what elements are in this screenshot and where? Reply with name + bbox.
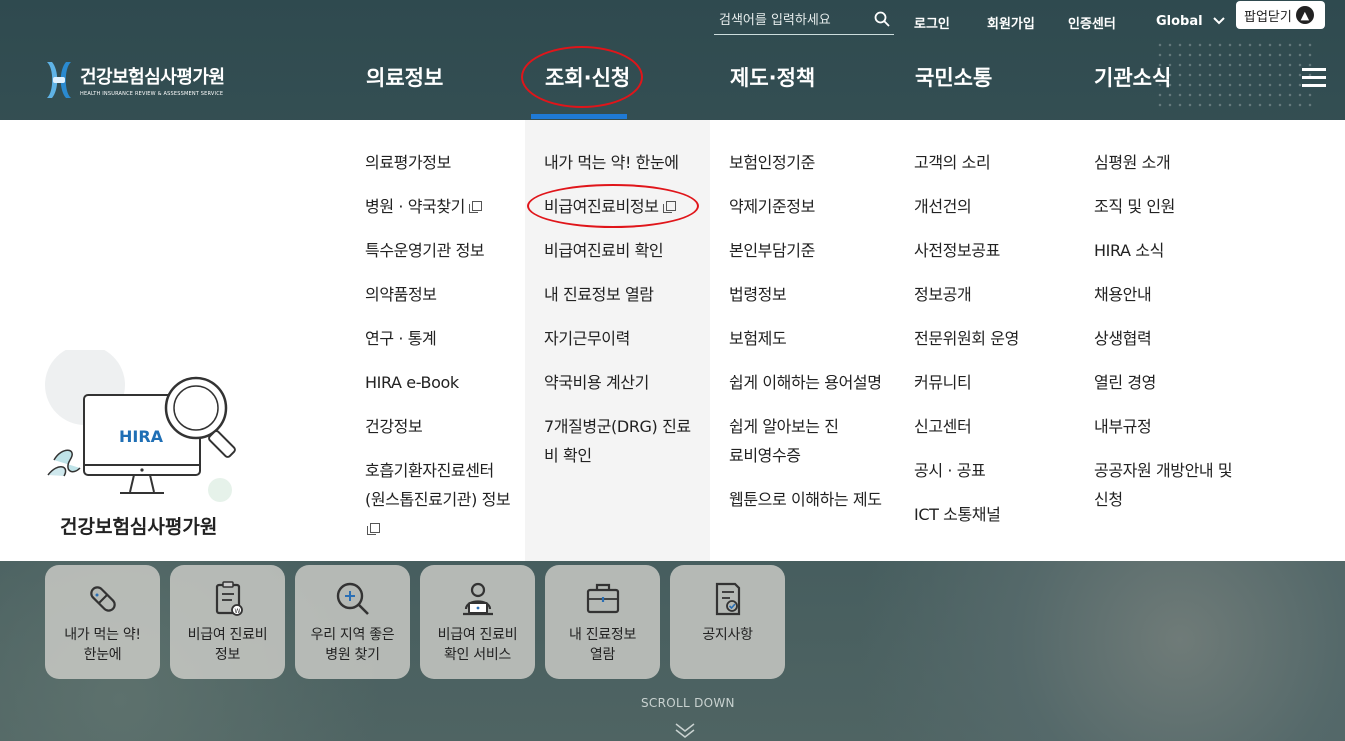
notice-icon xyxy=(715,582,740,616)
menu-item[interactable]: 상생협력 xyxy=(1094,324,1254,353)
menu-item[interactable]: 특수운영기관 정보 xyxy=(365,236,515,265)
external-link-icon xyxy=(468,201,482,213)
menu-item[interactable]: 보험제도 xyxy=(729,324,894,353)
menu-item[interactable]: 7개질병군(DRG) 진료비 확인 xyxy=(544,412,704,470)
nav-inquiry-apply[interactable]: 조회·신청 xyxy=(545,62,630,92)
menu-item[interactable]: 건강정보 xyxy=(365,412,515,441)
logo-mark-icon xyxy=(47,62,71,98)
menu-item[interactable]: 비급여진료비 확인 xyxy=(544,236,704,265)
menu-column-inquiry-apply: 내가 먹는 약! 한눈에 비급여진료비정보 비급여진료비 확인 내 진료정보 열… xyxy=(544,148,704,485)
document-icon: W xyxy=(215,581,243,616)
external-link-icon xyxy=(367,523,380,535)
site-header: 건강보험심사평가원 HEALTH INSURANCE REVIEW & ASSE… xyxy=(0,0,1345,120)
menu-item[interactable]: 고객의 소리 xyxy=(914,148,1074,177)
popup-close-label: 팝업닫기 xyxy=(1244,9,1292,25)
nav-medical-info[interactable]: 의료정보 xyxy=(366,62,443,92)
menu-item[interactable]: 연구 · 통계 xyxy=(365,324,515,353)
certificate-center-link[interactable]: 인증센터 xyxy=(1068,13,1116,32)
quick-label: 공지사항 xyxy=(702,627,753,643)
menu-column-communication: 고객의 소리 개선건의 사전정보공표 정보공개 전문위원회 운영 커뮤니티 신고… xyxy=(914,148,1074,544)
menu-item[interactable]: HIRA 소식 xyxy=(1094,236,1254,265)
menu-item[interactable]: 법령정보 xyxy=(729,280,894,309)
chevron-down-icon xyxy=(1213,17,1225,25)
menu-item[interactable]: 의료평가정보 xyxy=(365,148,515,177)
site-logo[interactable]: 건강보험심사평가원 HEALTH INSURANCE REVIEW & ASSE… xyxy=(44,58,225,102)
menu-item[interactable]: 웹툰으로 이해하는 제도 xyxy=(729,485,894,514)
quick-my-medicine[interactable]: 내가 먹는 약! 한눈에 xyxy=(45,565,160,679)
menu-item[interactable]: 열린 경영 xyxy=(1094,368,1254,397)
quick-noncovered-info[interactable]: W 비급여 진료비 정보 xyxy=(170,565,285,679)
menu-column-agency-news: 심평원 소개 조직 및 인원 HIRA 소식 채용안내 상생협력 열린 경영 내… xyxy=(1094,148,1254,529)
menu-item[interactable]: 보험인정기준 xyxy=(729,148,894,177)
chevron-up-icon: ▲ xyxy=(1295,6,1314,24)
quick-label: 우리 지역 좋은 병원 찾기 xyxy=(310,627,395,663)
global-dropdown[interactable]: Global xyxy=(1156,14,1225,29)
monitor-magnifier-icon: HIRA xyxy=(45,350,236,502)
quick-noncovered-check[interactable]: 비급여 진료비 확인 서비스 xyxy=(420,565,535,679)
login-link[interactable]: 로그인 xyxy=(914,13,950,32)
menu-item[interactable]: 의약품정보 xyxy=(365,280,515,309)
menu-item[interactable]: 커뮤니티 xyxy=(914,368,1074,397)
menu-item[interactable]: 호흡기환자진료센터 (원스톱진료기관) 정보 xyxy=(365,456,515,543)
signup-link[interactable]: 회원가입 xyxy=(987,13,1035,32)
menu-item[interactable]: 채용안내 xyxy=(1094,280,1254,309)
search-input[interactable] xyxy=(717,12,871,29)
menu-item[interactable]: 비급여진료비정보 xyxy=(544,192,704,221)
promo-badge: HIRA xyxy=(119,427,164,446)
svg-text:W: W xyxy=(234,608,240,615)
quick-label: 비급여 진료비 확인 서비스 xyxy=(437,627,518,663)
menu-item[interactable]: 심평원 소개 xyxy=(1094,148,1254,177)
menu-item[interactable]: 약국비용 계산기 xyxy=(544,368,704,397)
quick-my-records[interactable]: 내 진료정보 열람 xyxy=(545,565,660,679)
menu-item[interactable]: 개선건의 xyxy=(914,192,1074,221)
global-label: Global xyxy=(1156,14,1203,29)
menu-item[interactable]: ICT 소통채널 xyxy=(914,500,1074,529)
menu-item[interactable]: 신고센터 xyxy=(914,412,1074,441)
menu-item[interactable]: 정보공개 xyxy=(914,280,1074,309)
quick-label: 내가 먹는 약! 한눈에 xyxy=(64,627,141,663)
active-nav-indicator xyxy=(531,114,627,119)
menu-column-medical-info: 의료평가정보 병원 · 약국찾기 특수운영기관 정보 의약품정보 연구 · 통계… xyxy=(365,148,515,558)
menu-column-policy: 보험인정기준 약제기준정보 본인부담기준 법령정보 보험제도 쉽게 이해하는 용… xyxy=(729,148,894,529)
menu-item[interactable]: 전문위원회 운영 xyxy=(914,324,1074,353)
quick-label: 비급여 진료비 정보 xyxy=(187,627,268,663)
menu-item[interactable]: 쉽게 알아보는 진료비영수증 xyxy=(729,412,839,470)
quick-label: 내 진료정보 열람 xyxy=(568,627,637,663)
double-chevron-down-icon[interactable] xyxy=(674,722,696,738)
menu-item[interactable]: 사전정보공표 xyxy=(914,236,1074,265)
logo-subtitle: HEALTH INSURANCE REVIEW & ASSESSMENT SER… xyxy=(80,91,224,97)
pill-icon xyxy=(89,586,116,612)
logo-title: 건강보험심사평가원 xyxy=(80,67,225,88)
menu-item[interactable]: 내부규정 xyxy=(1094,412,1254,441)
search-icon[interactable] xyxy=(874,11,890,27)
promo-title: 건강보험심사평가원 xyxy=(60,516,218,538)
menu-item[interactable]: 쉽게 이해하는 용어설명 xyxy=(729,368,894,397)
menu-item[interactable]: 조직 및 인원 xyxy=(1094,192,1254,221)
nav-policy[interactable]: 제도·정책 xyxy=(730,62,815,92)
person-laptop-icon xyxy=(462,582,493,616)
mega-menu: HIRA 건강보험심사평가원 의료평가정보 병원 · 약국찾기 특수운영기관 정… xyxy=(0,120,1345,561)
briefcase-icon xyxy=(586,583,619,614)
quick-notice[interactable]: 공지사항 xyxy=(670,565,785,679)
menu-item[interactable]: 자기근무이력 xyxy=(544,324,704,353)
menu-item[interactable]: 본인부담기준 xyxy=(729,236,894,265)
nav-communication[interactable]: 국민소통 xyxy=(915,62,992,92)
menu-icon[interactable] xyxy=(1302,68,1326,88)
search-box xyxy=(714,10,894,35)
menu-item[interactable]: 약제기준정보 xyxy=(729,192,894,221)
menu-item[interactable]: 내 진료정보 열람 xyxy=(544,280,704,309)
popup-close-button[interactable]: 팝업닫기 ▲ xyxy=(1236,1,1325,29)
menu-item[interactable]: 공공자원 개방안내 및 신청 xyxy=(1094,456,1234,514)
external-link-icon xyxy=(662,201,676,213)
search-plus-icon xyxy=(336,582,369,615)
menu-item[interactable]: HIRA e-Book xyxy=(365,368,515,397)
nav-agency-news[interactable]: 기관소식 xyxy=(1094,62,1171,92)
quick-find-hospital[interactable]: 우리 지역 좋은 병원 찾기 xyxy=(295,565,410,679)
menu-item[interactable]: 병원 · 약국찾기 xyxy=(365,192,515,221)
menu-item[interactable]: 내가 먹는 약! 한눈에 xyxy=(544,148,704,177)
menu-item[interactable]: 공시 · 공표 xyxy=(914,456,1074,485)
scroll-down-label[interactable]: SCROLL DOWN xyxy=(641,696,735,710)
